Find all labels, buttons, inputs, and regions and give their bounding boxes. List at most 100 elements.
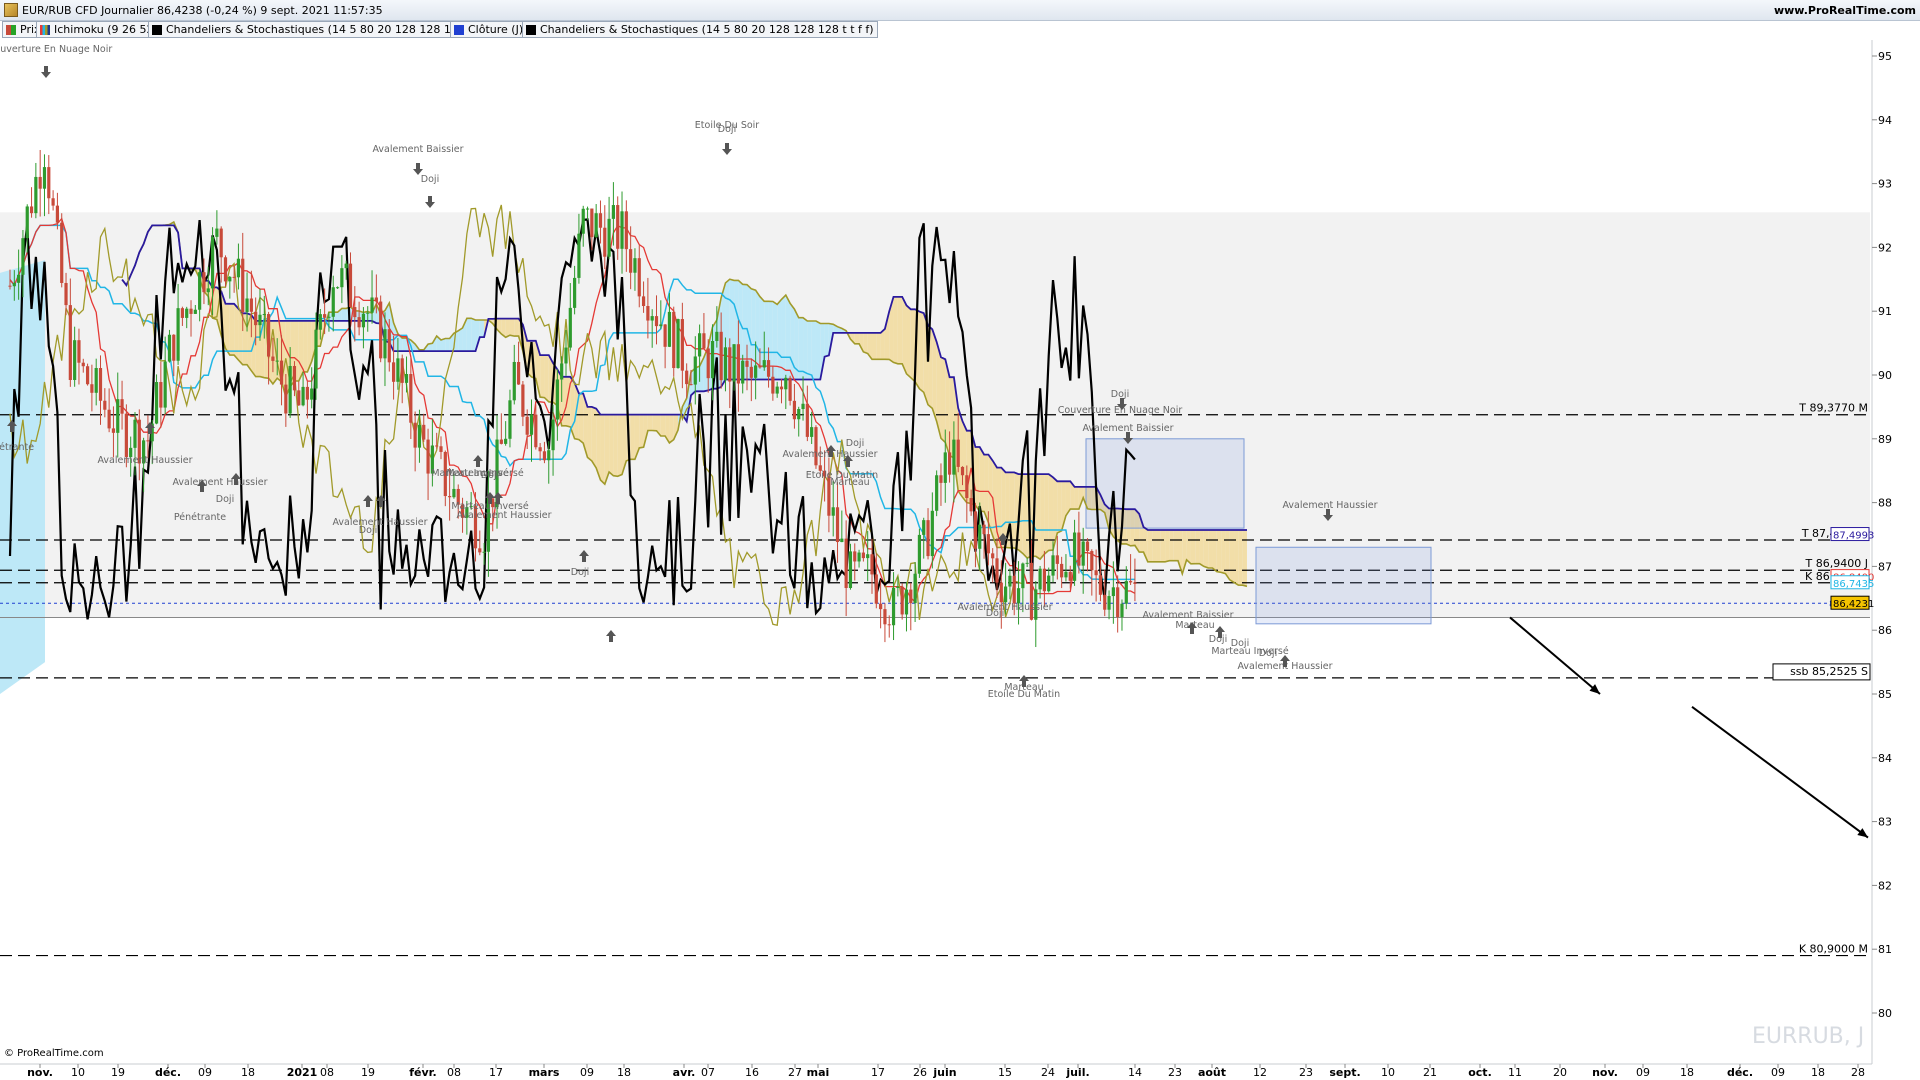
x-tick-label: 20	[1553, 1066, 1567, 1079]
candle-body	[547, 450, 551, 461]
pattern-label: Couverture En Nuage Noir	[0, 44, 112, 55]
candle-body	[573, 277, 577, 308]
candle-body	[965, 475, 969, 499]
candle-body	[254, 311, 258, 326]
cloud-segment	[647, 414, 653, 431]
candle-body	[991, 553, 995, 559]
candle-body	[986, 534, 990, 554]
legend-item-stochastics-1[interactable]: Chandeliers & Stochastiques (14 5 80 20 …	[148, 21, 497, 38]
candle-body	[590, 208, 594, 238]
cloud-segment	[471, 318, 476, 352]
legend-label: Chandeliers & Stochastiques (14 5 80 20 …	[166, 23, 493, 36]
candle-body	[758, 365, 762, 368]
arrow-shaft	[234, 479, 238, 485]
candle-body	[64, 282, 68, 306]
cloud-segment	[906, 305, 911, 378]
candle	[814, 425, 818, 469]
legend-label: Ichimoku (9 26 52)	[54, 23, 158, 36]
candle-body	[952, 439, 956, 475]
candle-body	[663, 324, 667, 347]
level-label: K 80,9000 M	[1799, 943, 1868, 956]
candle-body	[516, 361, 521, 385]
candle-body	[771, 376, 775, 394]
candle-body	[853, 551, 857, 562]
legend-item-close[interactable]: Clôture (J)	[450, 21, 528, 38]
candle-body	[633, 258, 637, 273]
chart-title: EUR/RUB CFD Journalier 86,4238 (-0,24 %)…	[22, 4, 383, 17]
candle-body	[176, 308, 180, 361]
candle-body	[426, 439, 430, 474]
cloud-segment	[458, 328, 463, 352]
cloud-segment	[872, 332, 877, 360]
candle-body	[874, 574, 878, 604]
x-tick-label: juin	[932, 1066, 956, 1079]
legend-item-ichimoku[interactable]: Ichimoku (9 26 52)	[36, 21, 162, 38]
candle-body	[560, 363, 564, 380]
y-tick-label: 94	[1878, 114, 1892, 127]
candle-body	[258, 314, 262, 326]
x-tick-label: 12	[1253, 1066, 1267, 1079]
candle-body	[956, 439, 960, 467]
candle	[607, 196, 611, 260]
arrow-shaft	[1218, 632, 1222, 638]
arrow-shaft	[609, 636, 613, 642]
candle-body	[654, 316, 659, 327]
cloud-segment	[1195, 529, 1200, 564]
cloud-segment	[613, 414, 618, 477]
pattern-label: Doji	[986, 608, 1004, 619]
stochastic-swatch-icon	[526, 25, 536, 35]
cloud-segment	[824, 323, 829, 357]
candle-body	[185, 308, 189, 318]
candle-body	[598, 213, 603, 228]
candle-body	[1064, 571, 1068, 578]
pattern-label: Doji	[421, 174, 439, 185]
candle-body	[305, 386, 309, 400]
cloud-segment	[652, 414, 657, 431]
y-tick-label: 85	[1878, 688, 1892, 701]
pattern-box	[1085, 438, 1245, 529]
candle-body	[831, 507, 835, 516]
candle-body	[1008, 575, 1012, 587]
cloud-segment	[514, 318, 519, 337]
cloud-segment	[1156, 529, 1161, 562]
candle-body	[241, 258, 245, 313]
candle-body	[883, 609, 887, 625]
candle-body	[1012, 575, 1016, 604]
candle-body	[723, 347, 728, 381]
x-tick-label: 08	[447, 1066, 461, 1079]
candle-body	[1090, 551, 1094, 571]
cloud-segment	[798, 317, 804, 380]
x-tick-label: 09	[198, 1066, 212, 1079]
x-tick-label: févr.	[409, 1066, 436, 1079]
candle-body	[840, 538, 844, 543]
y-tick-label: 80	[1878, 1007, 1892, 1020]
cloud-segment	[479, 320, 485, 338]
candle-body	[374, 297, 378, 302]
candle-body	[1077, 532, 1081, 566]
candle-body	[1107, 596, 1111, 610]
candle-body	[77, 340, 81, 363]
cloud-segment	[1238, 529, 1243, 586]
pattern-label: Avalement Haussier	[1282, 500, 1377, 511]
candle-body	[797, 409, 801, 420]
candle-body	[629, 249, 633, 273]
y-tick-label: 81	[1878, 943, 1892, 956]
candle-body	[904, 589, 909, 615]
candle-body	[340, 268, 344, 288]
cloud-segment	[669, 414, 674, 443]
cloud-segment	[785, 295, 791, 380]
arrow-shaft	[10, 426, 14, 432]
candle	[379, 295, 383, 363]
x-tick-label: nov.	[27, 1066, 53, 1079]
candle-body	[314, 329, 318, 389]
candle-body	[1042, 568, 1046, 592]
legend-item-stochastics-2[interactable]: Chandeliers & Stochastiques (14 5 80 20 …	[522, 21, 878, 38]
candle-body	[1081, 541, 1085, 566]
brand-link[interactable]: www.ProRealTime.com	[1774, 4, 1916, 17]
cloud-segment	[979, 446, 985, 512]
arrow-head	[606, 630, 616, 636]
candle-body	[702, 333, 706, 349]
price-chart[interactable]: T 89,3770 MT 87,4143 ST 86,9400 JK 86,74…	[0, 40, 1920, 1080]
candle-body	[206, 288, 210, 293]
candle	[676, 318, 680, 369]
